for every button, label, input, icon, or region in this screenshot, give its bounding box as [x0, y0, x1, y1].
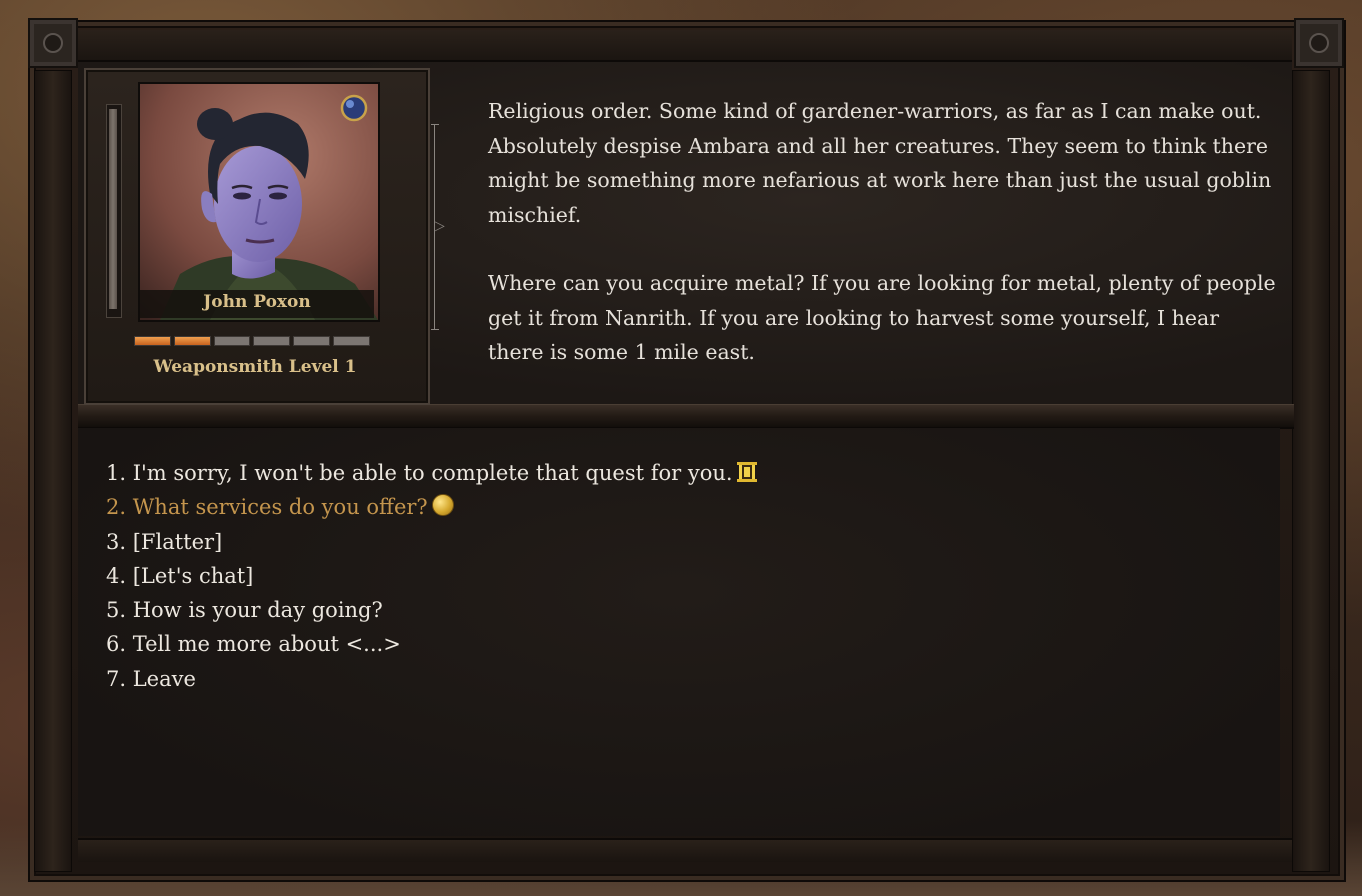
portrait-scrollbar[interactable] — [106, 104, 122, 318]
corner-ornament-icon — [1294, 18, 1344, 68]
xp-progress-bar — [134, 336, 370, 346]
xp-segment — [173, 336, 211, 346]
option-label[interactable]: 2. What services do you offer? — [106, 495, 428, 519]
option-label[interactable]: 7. Leave — [106, 667, 196, 691]
corner-ornament-icon — [28, 18, 78, 68]
npc-speech-paragraph: Where can you acquire metal? If you are … — [488, 271, 1276, 364]
xp-segment — [253, 336, 291, 346]
frame-top-bar — [78, 30, 1292, 62]
npc-portrait — [138, 82, 380, 322]
dialogue-option-day[interactable]: 5. How is your day going? — [106, 593, 1266, 627]
option-label[interactable]: 6. Tell me more about <...> — [106, 632, 401, 656]
npc-name: John Poxon — [203, 292, 311, 312]
frame-bottom-bar — [78, 838, 1292, 862]
gold-coin-icon — [431, 494, 454, 517]
npc-profession-level: Weaponsmith Level 1 — [153, 357, 357, 377]
option-label[interactable]: 5. How is your day going? — [106, 598, 383, 622]
xp-segment — [134, 336, 171, 346]
option-label[interactable]: 1. I'm sorry, I won't be able to complet… — [106, 461, 733, 485]
frame-rail-right — [1292, 70, 1330, 872]
option-label[interactable]: 3. [Flatter] — [106, 530, 222, 554]
npc-speech-text: Religious order. Some kind of gardener-w… — [488, 94, 1278, 370]
portrait-scrollbar-thumb[interactable] — [109, 109, 117, 309]
scroll-handle-icon[interactable]: ▷ — [434, 218, 445, 234]
dialogue-options-list: 1. I'm sorry, I won't be able to complet… — [106, 456, 1266, 696]
xp-segment — [213, 336, 251, 346]
dialogue-option-leave[interactable]: 7. Leave — [106, 662, 1266, 696]
dialogue-option-services[interactable]: 2. What services do you offer? — [106, 490, 1266, 524]
dialogue-option-tell-more[interactable]: 6. Tell me more about <...> — [106, 627, 1266, 661]
dialogue-option-flatter[interactable]: 3. [Flatter] — [106, 525, 1266, 559]
frame-rail-left — [34, 70, 72, 872]
panel-divider — [78, 404, 1294, 429]
xp-segment — [293, 336, 331, 346]
npc-speech-paragraph: Religious order. Some kind of gardener-w… — [488, 99, 1272, 227]
npc-portrait-image — [140, 84, 378, 320]
dialogue-option-chat[interactable]: 4. [Let's chat] — [106, 559, 1266, 593]
dialogue-option-abandon-quest[interactable]: 1. I'm sorry, I won't be able to complet… — [106, 456, 1266, 490]
quest-scroll-icon — [736, 462, 757, 482]
xp-segment — [333, 336, 370, 346]
option-label[interactable]: 4. [Let's chat] — [106, 564, 253, 588]
